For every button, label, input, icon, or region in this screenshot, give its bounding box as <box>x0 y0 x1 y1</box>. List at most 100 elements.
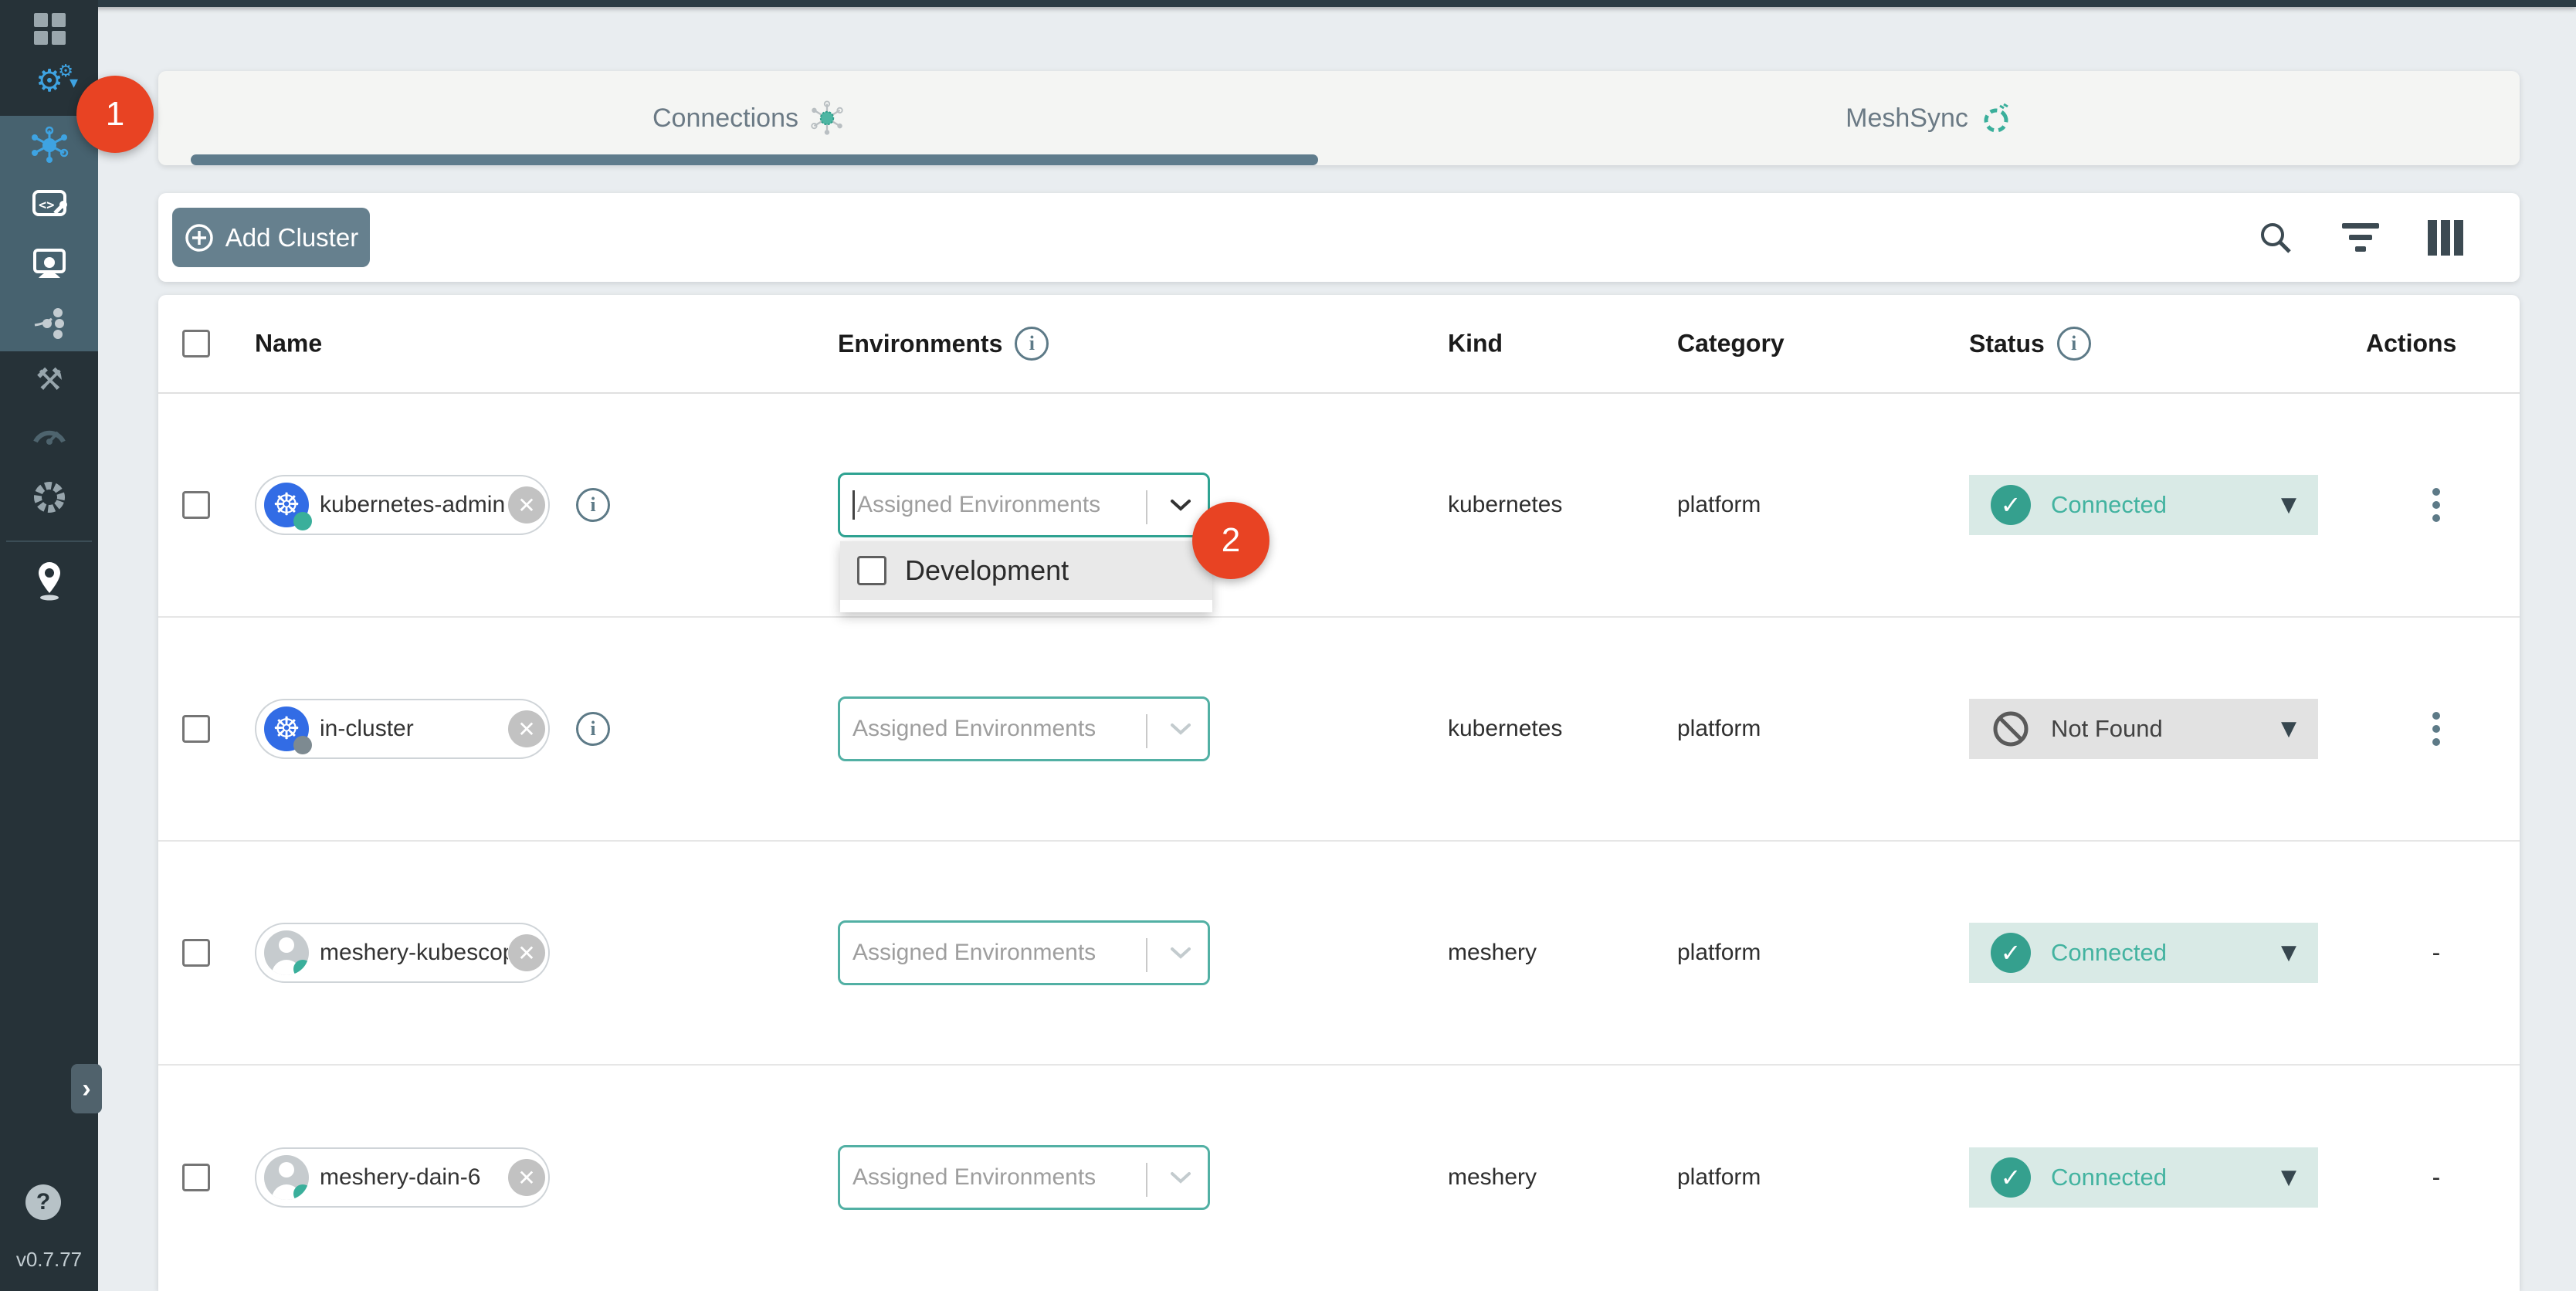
sidebar-divider <box>6 540 92 542</box>
row-actions-menu-icon[interactable] <box>2426 482 2446 528</box>
chevron-down-icon[interactable] <box>1169 946 1192 960</box>
connections-tabs-card: Connections MeshSync <box>158 71 2520 165</box>
sidebar-item-extensions[interactable] <box>30 478 69 517</box>
status-select[interactable]: ✓ Connected ▼ <box>1969 475 2318 535</box>
chevron-down-icon[interactable]: ▾ <box>69 73 78 93</box>
status-dropdown-arrow-icon[interactable]: ▼ <box>2281 717 2296 740</box>
column-header-status[interactable]: Status i <box>1969 327 2091 361</box>
add-cluster-button[interactable]: Add Cluster <box>172 208 370 267</box>
help-button[interactable]: ? <box>25 1184 61 1220</box>
status-dropdown-arrow-icon[interactable]: ▼ <box>2281 941 2296 964</box>
connections-table: Name Environments i Kind Category Status… <box>158 295 2520 1291</box>
sidebar-item-performance[interactable] <box>30 415 69 454</box>
sidebar: ⚙⚙ ▾ <> <box>0 0 98 1291</box>
environments-select[interactable]: Assigned Environments <box>838 1145 1210 1210</box>
row-info-icon[interactable]: i <box>576 488 610 522</box>
sidebar-item-get-started[interactable] <box>30 561 69 600</box>
row-checkbox[interactable] <box>182 715 210 743</box>
connection-status-dot <box>293 512 312 530</box>
connection-status-dot <box>293 960 309 975</box>
connection-chip[interactable]: meshery-dain-6 ✕ <box>255 1147 550 1208</box>
dropdown-option-development[interactable]: Development <box>840 541 1212 600</box>
sidebar-item-performance-user[interactable] <box>30 244 69 283</box>
row-checkbox[interactable] <box>182 1164 210 1191</box>
kind-value: kubernetes <box>1448 716 1562 742</box>
status-label: Connected <box>2051 939 2167 967</box>
lifecycle-gears-icon[interactable]: ⚙⚙ <box>30 62 69 100</box>
row-checkbox[interactable] <box>182 939 210 967</box>
tab-connections[interactable]: Connections <box>158 71 1339 165</box>
category-value: platform <box>1677 1164 1761 1191</box>
environments-select[interactable]: Assigned Environments Development <box>838 473 1210 537</box>
status-select[interactable]: Not Found ▼ <box>1969 699 2318 759</box>
table-row: ☸ in-cluster ✕ i Assigned Environments k… <box>158 618 2520 842</box>
view-columns-icon[interactable] <box>2424 216 2467 259</box>
text-cursor <box>852 490 855 520</box>
environments-info-icon[interactable]: i <box>1015 327 1049 361</box>
user-avatar <box>264 1155 309 1200</box>
gear-icon: ⚙⚙ <box>36 66 63 97</box>
connection-chip[interactable]: ☸ in-cluster ✕ <box>255 699 550 759</box>
location-pin-icon <box>30 559 69 602</box>
remove-connection-icon[interactable]: ✕ <box>508 1159 545 1196</box>
annotation-step-1: 1 <box>76 76 154 153</box>
select-divider <box>1146 714 1147 748</box>
user-avatar <box>264 930 309 975</box>
check-circle-icon: ✓ <box>1991 933 2031 973</box>
remove-connection-icon[interactable]: ✕ <box>508 710 545 747</box>
table-row: meshery-dain-6 ✕ Assigned Environments m… <box>158 1066 2520 1289</box>
sidebar-item-adapters[interactable]: <> <box>30 185 69 224</box>
top-edge <box>0 0 2576 7</box>
sidebar-expand-button[interactable]: › <box>71 1064 102 1113</box>
search-icon[interactable] <box>2254 216 2297 259</box>
row-actions-menu-icon[interactable] <box>2426 706 2446 752</box>
sidebar-item-configuration[interactable]: ⚒ <box>30 361 69 399</box>
speedometer-icon <box>30 415 69 454</box>
dashboard-icon[interactable] <box>30 9 69 48</box>
status-select[interactable]: ✓ Connected ▼ <box>1969 923 2318 983</box>
category-value: platform <box>1677 492 1761 518</box>
sidebar-item-designs[interactable] <box>30 302 69 341</box>
remove-connection-icon[interactable]: ✕ <box>508 486 545 524</box>
column-header-name[interactable]: Name <box>255 330 322 358</box>
table-toolbar: Add Cluster <box>158 193 2520 282</box>
status-info-icon[interactable]: i <box>2057 327 2091 361</box>
connection-status-dot <box>293 736 312 754</box>
status-label: Not Found <box>2051 715 2163 743</box>
kind-value: meshery <box>1448 1164 1537 1191</box>
connection-status-dot <box>293 1184 309 1200</box>
expand-chevron-icon: › <box>82 1074 90 1104</box>
mesh-connections-icon <box>30 126 69 164</box>
status-select[interactable]: ✓ Connected ▼ <box>1969 1147 2318 1208</box>
environments-select[interactable]: Assigned Environments <box>838 920 1210 985</box>
select-divider <box>1146 938 1147 972</box>
status-dropdown-arrow-icon[interactable]: ▼ <box>2281 1166 2296 1189</box>
select-all-checkbox[interactable] <box>182 330 210 357</box>
connection-name: kubernetes-admin… <box>309 492 508 518</box>
plus-circle-icon <box>184 222 215 253</box>
row-info-icon[interactable]: i <box>576 712 610 746</box>
tab-meshsync[interactable]: MeshSync <box>1339 71 2520 165</box>
column-header-category[interactable]: Category <box>1677 330 1785 358</box>
version-label: v0.7.77 <box>0 1248 98 1272</box>
sidebar-item-connections[interactable] <box>30 126 69 164</box>
connections-mesh-icon <box>809 100 845 136</box>
svg-text:<>: <> <box>39 198 54 213</box>
column-header-kind[interactable]: Kind <box>1448 330 1503 358</box>
row-checkbox[interactable] <box>182 491 210 519</box>
column-header-environments[interactable]: Environments i <box>838 327 1049 361</box>
filter-icon[interactable] <box>2339 216 2382 259</box>
connection-chip[interactable]: ☸ kubernetes-admin… ✕ <box>255 475 550 535</box>
chevron-down-icon[interactable] <box>1169 722 1192 736</box>
chevron-down-icon[interactable] <box>1169 498 1192 512</box>
remove-connection-icon[interactable]: ✕ <box>508 934 545 971</box>
connection-name: meshery-kubescop… <box>309 940 508 966</box>
connection-chip[interactable]: meshery-kubescop… ✕ <box>255 923 550 983</box>
development-checkbox[interactable] <box>857 556 886 585</box>
category-value: platform <box>1677 716 1761 742</box>
chevron-down-icon[interactable] <box>1169 1171 1192 1184</box>
environments-select[interactable]: Assigned Environments <box>838 696 1210 761</box>
status-dropdown-arrow-icon[interactable]: ▼ <box>2281 493 2296 517</box>
dashboard-grid-icon <box>34 13 66 45</box>
status-label: Connected <box>2051 491 2167 519</box>
